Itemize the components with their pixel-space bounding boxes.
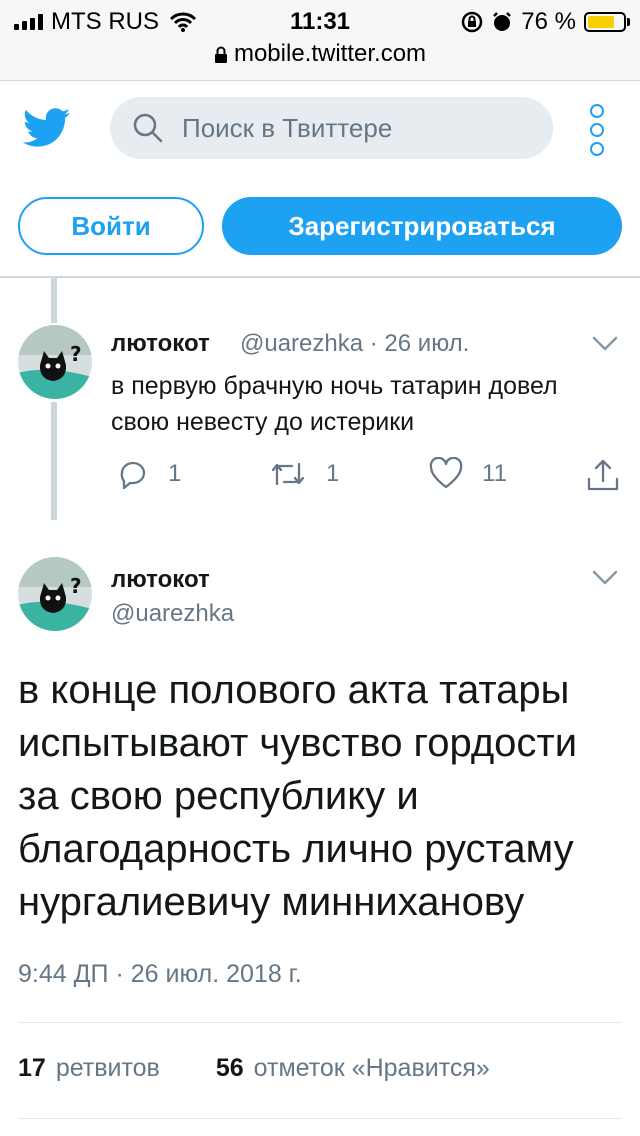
tweet-author-handle[interactable]: @uarezhka	[111, 600, 234, 628]
retweet-icon	[271, 462, 305, 486]
status-bar: MTS RUS 11:31 76 % mobile.twitter.com	[0, 0, 640, 81]
battery-percent: 76 %	[521, 8, 576, 35]
svg-text:?: ?	[70, 342, 82, 366]
like-icon	[429, 457, 463, 489]
reply-count: 1	[168, 460, 182, 487]
alarm-icon	[493, 12, 512, 31]
like-count: 11	[482, 460, 507, 487]
reply-button[interactable]: 1	[116, 457, 181, 491]
like-stat-label: отметок «Нравится»	[253, 1054, 490, 1082]
share-button[interactable]	[585, 457, 639, 493]
tweet-text: в первую брачную ночь татарин довел свою…	[111, 372, 558, 436]
reply-icon	[120, 461, 146, 490]
divider	[18, 1022, 622, 1023]
rotation-lock-icon	[462, 11, 483, 33]
twitter-bird-icon[interactable]	[22, 108, 72, 148]
login-button[interactable]: Войти	[18, 197, 204, 255]
svg-text:?: ?	[70, 574, 82, 598]
lock-icon	[214, 46, 227, 63]
search-placeholder: Поиск в Твиттере	[182, 112, 393, 143]
divider	[18, 1118, 622, 1119]
chevron-down-icon[interactable]	[592, 570, 618, 586]
thread-line	[51, 402, 57, 520]
more-dots-icon[interactable]	[590, 104, 610, 161]
tweet-meta[interactable]: @uarezhka · 26 июл.	[240, 330, 469, 358]
retweet-stat-label: ретвитов	[55, 1054, 160, 1082]
twitter-header: Поиск в Твиттере Войти Зарегистрироватьс…	[0, 80, 640, 278]
retweet-count: 1	[326, 460, 340, 487]
tweet-timestamp[interactable]: 9:44 ДП · 26 июл. 2018 г.	[18, 960, 302, 989]
like-button[interactable]: 11	[428, 457, 507, 491]
tweet-text: в конце полового акта татары испытывают …	[18, 668, 578, 924]
signup-button[interactable]: Зарегистрироваться	[222, 197, 622, 255]
search-input[interactable]: Поиск в Твиттере	[110, 97, 553, 159]
retweet-stat[interactable]: 17 ретвитов	[18, 1054, 160, 1082]
tweet-author-name[interactable]: лютокот	[111, 330, 210, 358]
tweet-author-name[interactable]: лютокот	[111, 566, 210, 594]
url-bar[interactable]: mobile.twitter.com	[0, 40, 640, 68]
retweet-stat-count: 17	[18, 1054, 46, 1082]
url-text: mobile.twitter.com	[233, 40, 427, 67]
avatar[interactable]: ?	[18, 325, 92, 399]
chevron-down-icon[interactable]	[592, 336, 618, 352]
like-stat-count: 56	[215, 1054, 244, 1082]
battery-icon	[584, 12, 630, 32]
retweet-button[interactable]: 1	[268, 457, 339, 491]
thread-line	[51, 278, 57, 323]
share-icon	[587, 459, 619, 491]
tweet-stats: 17 ретвитов 56 отметок «Нравится»	[18, 1054, 490, 1083]
search-icon	[133, 113, 163, 143]
like-stat[interactable]: 56 отметок «Нравится»	[216, 1054, 490, 1082]
avatar[interactable]: ?	[18, 557, 92, 631]
